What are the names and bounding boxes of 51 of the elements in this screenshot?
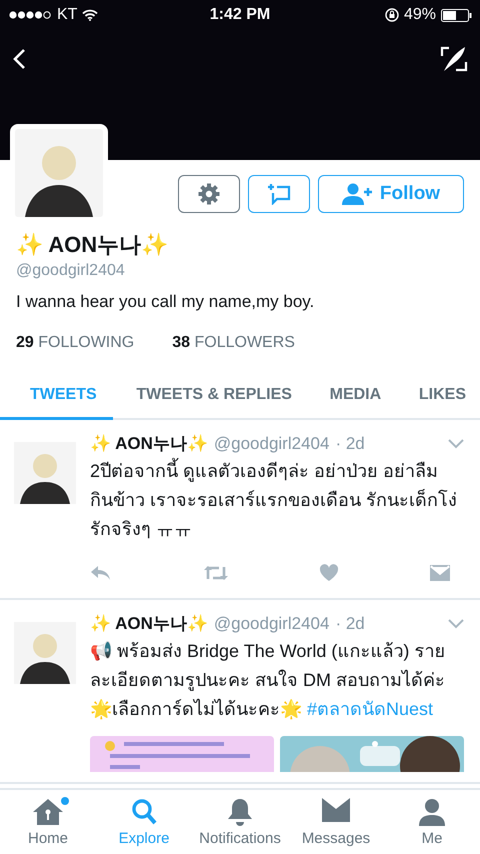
envelope-icon (322, 798, 350, 822)
profile-tab[interactable]: TWEETS (0, 374, 113, 420)
profile-tab[interactable]: MEDIA (316, 374, 396, 420)
signal-icon (8, 10, 52, 20)
tweet-avatar[interactable] (14, 442, 76, 504)
search-icon (131, 798, 157, 826)
tweet-author: ✨ AON누나✨ (90, 613, 208, 635)
settings-button[interactable] (178, 175, 240, 213)
tab-bar-item[interactable]: Messages (288, 790, 384, 854)
profile-handle: @goodgirl2404 (16, 262, 126, 280)
add-to-list-icon (267, 183, 291, 205)
tab-bar-item[interactable]: Notifications (192, 790, 288, 854)
home-icon (32, 798, 64, 826)
follow-button[interactable]: Follow (318, 175, 464, 213)
followers-link[interactable]: 38 FOLLOWERS (172, 334, 295, 352)
bell-icon (227, 798, 253, 826)
person-icon (419, 798, 445, 826)
tab-bar-item[interactable]: Home (0, 790, 96, 854)
tweet-time: · 2d (335, 434, 365, 454)
status-time: 1:42 PM (210, 6, 270, 24)
reply-icon[interactable] (90, 565, 112, 581)
tab-bar-item[interactable]: Explore (96, 790, 192, 854)
add-person-icon (342, 183, 374, 205)
retweet-icon[interactable] (202, 565, 229, 581)
following-link[interactable]: 29 FOLLOWING (16, 334, 134, 352)
chevron-down-icon[interactable] (448, 438, 464, 448)
battery-percent: 49% (404, 6, 436, 24)
tweet-author: ✨ AON누나✨ (90, 433, 208, 455)
profile-tab[interactable]: TWEETS & REPLIES (122, 374, 306, 420)
chevron-down-icon[interactable] (448, 618, 464, 628)
tweet-text: 📢 พร้อมส่ง Bridge The World (แกะแล้ว) รายละเอียดตามรูปนะคะ สนใจ DM สอบถามได้ค่ะ 🌟เลือกการ์ดไม่ได้นะคะ🌟 #ตลาดนัดNuest (90, 640, 446, 722)
tweet-handle: @goodgirl2404 (214, 614, 330, 634)
profile-name: ✨ AON누나✨ (16, 231, 170, 259)
battery-icon (441, 8, 472, 22)
compose-icon[interactable] (440, 45, 468, 73)
tweet-text: 2ปีต่อจากนี้ ดูแลตัวเองดีๆล่ะ อย่าป่วย อย่าลืม กินข้าว เราจะรอเสาร์แรกของเดือน รักนะเด็กโง่ รักจริงๆ ㅠㅠ (90, 457, 464, 544)
rotation-lock-icon (384, 8, 399, 22)
tweet-time: · 2d (335, 614, 365, 634)
profile-tab[interactable]: LIKES (404, 374, 480, 420)
profile-bio: I wanna hear you call my name,my boy. (16, 292, 316, 312)
envelope-icon[interactable] (430, 565, 450, 581)
tweet-handle: @goodgirl2404 (214, 434, 330, 454)
back-icon[interactable] (12, 48, 26, 70)
add-to-list-button[interactable] (248, 175, 310, 213)
gear-icon (197, 182, 221, 206)
tab-bar-item[interactable]: Me (384, 790, 480, 854)
hashtag-link[interactable]: #ตลาดนัดNuest (307, 699, 434, 719)
carrier: KT (57, 6, 78, 24)
wifi-icon (82, 9, 98, 21)
heart-icon[interactable] (319, 564, 340, 582)
tweet-avatar[interactable] (14, 622, 76, 684)
